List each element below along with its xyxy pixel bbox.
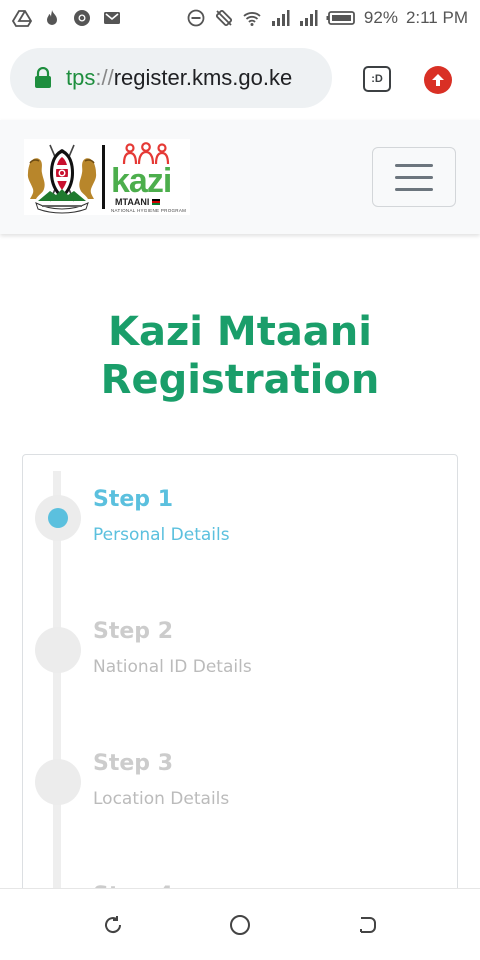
arrow-up-icon bbox=[432, 74, 444, 86]
wifi-icon bbox=[242, 8, 262, 28]
coat-of-arms-icon bbox=[27, 144, 97, 214]
address-bar[interactable]: tps://register.kms.go.ke bbox=[10, 48, 332, 108]
status-system: 92% 2:11 PM bbox=[186, 8, 468, 28]
site-logo[interactable]: kazi MTAANI NATIONAL HYGIENE PROGRAM bbox=[24, 139, 190, 215]
battery-icon bbox=[326, 8, 356, 28]
step-marker bbox=[35, 495, 81, 541]
hamburger-icon bbox=[395, 187, 433, 191]
hamburger-icon bbox=[395, 175, 433, 179]
drive-icon bbox=[12, 8, 32, 28]
step-title: Step 2 bbox=[93, 619, 173, 644]
step-1[interactable]: Step 1 Personal Details bbox=[33, 479, 453, 569]
step-description: Personal Details bbox=[93, 525, 230, 545]
step-3[interactable]: Step 3 Location Details bbox=[33, 743, 453, 833]
logo-divider bbox=[102, 145, 105, 209]
step-marker bbox=[35, 759, 81, 805]
kazi-mtaani-logo: kazi MTAANI NATIONAL HYGIENE PROGRAM bbox=[111, 141, 189, 213]
update-button[interactable] bbox=[424, 66, 452, 94]
kenya-flag-icon bbox=[152, 198, 161, 205]
mtaani-wordmark: MTAANI bbox=[115, 196, 161, 207]
dnd-icon bbox=[186, 8, 206, 28]
status-bar: 92% 2:11 PM bbox=[0, 0, 480, 36]
step-description: Location Details bbox=[93, 789, 230, 809]
browser-toolbar: tps://register.kms.go.ke :D bbox=[0, 36, 480, 120]
gmail-icon bbox=[102, 8, 122, 28]
recent-apps-button[interactable] bbox=[99, 911, 127, 939]
page-title-line1: Kazi Mtaani bbox=[107, 309, 372, 355]
hamburger-icon bbox=[395, 163, 433, 167]
back-icon bbox=[359, 916, 376, 933]
url-host: register.kms.go.ke bbox=[113, 65, 293, 90]
active-step-dot bbox=[48, 508, 68, 528]
step-marker bbox=[35, 627, 81, 673]
page-title: Kazi Mtaani Registration bbox=[0, 308, 480, 404]
step-2[interactable]: Step 2 National ID Details bbox=[33, 611, 453, 701]
step-title: Step 3 bbox=[93, 751, 173, 776]
battery-percent: 92% bbox=[363, 8, 398, 27]
system-nav-bar bbox=[0, 888, 480, 960]
flame-icon bbox=[42, 8, 62, 28]
home-button[interactable] bbox=[226, 911, 254, 939]
back-button[interactable] bbox=[353, 911, 381, 939]
url-scheme: tps bbox=[66, 65, 96, 90]
recent-icon bbox=[105, 915, 122, 933]
chrome-icon bbox=[72, 8, 92, 28]
home-icon bbox=[229, 914, 250, 935]
site-navbar: kazi MTAANI NATIONAL HYGIENE PROGRAM bbox=[0, 120, 480, 234]
program-text: NATIONAL HYGIENE PROGRAM bbox=[111, 207, 187, 213]
step-description: National ID Details bbox=[93, 657, 252, 677]
steps-card: Step 1 Personal Details Step 2 National … bbox=[22, 454, 458, 934]
tab-switcher-button[interactable]: :D bbox=[363, 66, 391, 92]
page-title-line2: Registration bbox=[100, 357, 380, 403]
rotate-icon bbox=[214, 8, 234, 28]
menu-toggle-button[interactable] bbox=[372, 147, 456, 207]
signal-icon bbox=[270, 8, 290, 28]
status-notifications bbox=[12, 8, 122, 28]
url-separator: :// bbox=[95, 65, 114, 90]
mtaani-text: MTAANI bbox=[115, 196, 150, 207]
lock-icon bbox=[35, 67, 51, 88]
clock: 2:11 PM bbox=[405, 8, 468, 27]
signal-icon bbox=[298, 8, 318, 28]
step-title: Step 1 bbox=[93, 487, 173, 512]
kazi-wordmark: kazi bbox=[111, 161, 172, 200]
